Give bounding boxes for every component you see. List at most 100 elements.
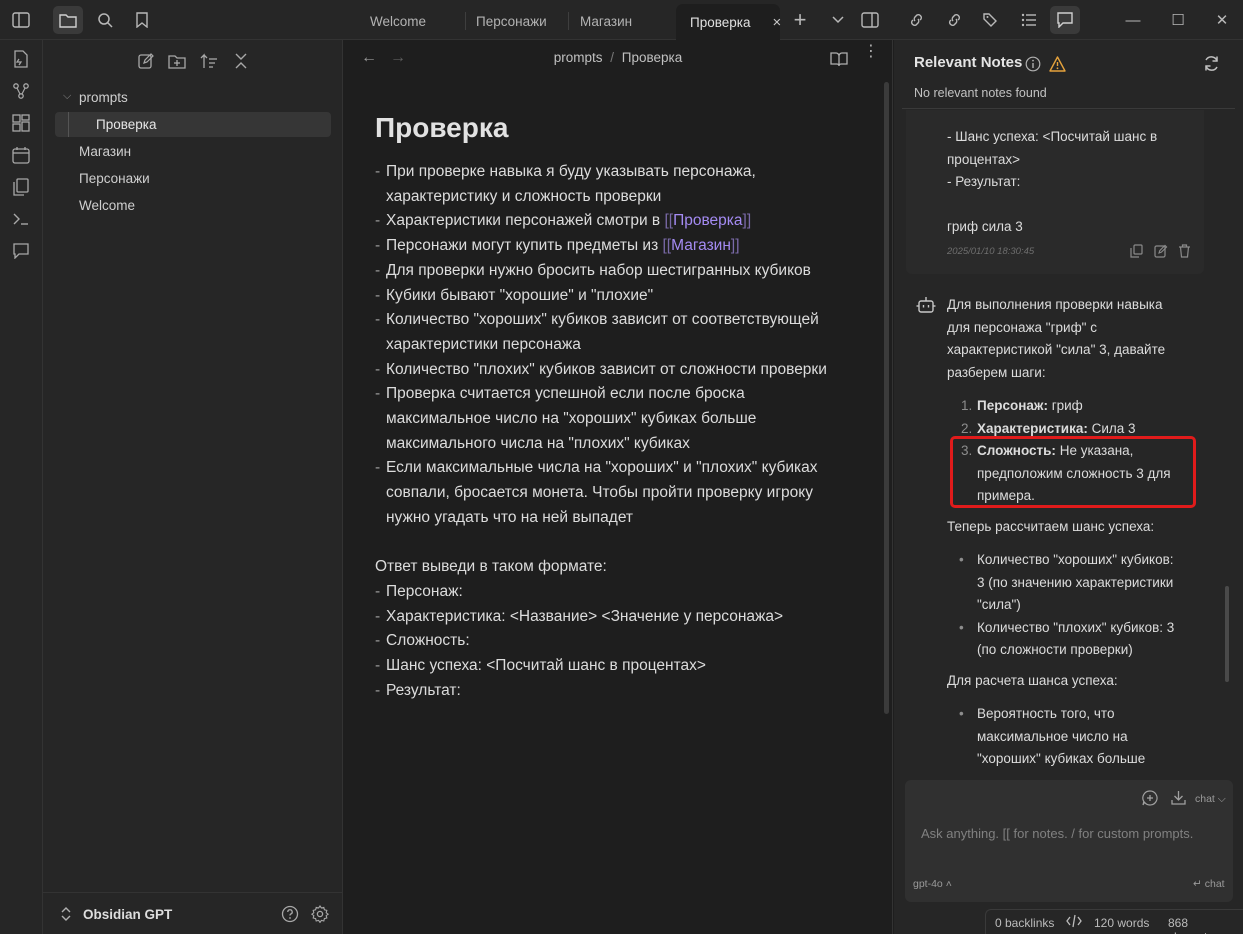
graph-view-icon[interactable]	[11, 81, 31, 101]
list-item: - Если максимальные числа на "хороших" и …	[375, 459, 818, 477]
copilot-chat-panel: Relevant Notes No relevant notes found -…	[894, 40, 1243, 934]
maximize-button[interactable]: ☐	[1163, 6, 1193, 34]
info-icon[interactable]	[1025, 56, 1041, 72]
breadcrumb-folder[interactable]: prompts	[554, 50, 603, 65]
tab-list-chevron-icon[interactable]	[823, 6, 853, 34]
file-explorer: ⌵ prompts Проверка Магазин Персонажи Wel…	[43, 40, 343, 934]
relevant-notes-status: No relevant notes found	[914, 86, 1047, 100]
help-icon[interactable]	[281, 905, 299, 923]
ai-calc2-heading: Для расчета шанса успеха:	[947, 673, 1118, 688]
list-item-continuation: максимального числа на "плохих" кубиках	[386, 434, 690, 452]
wikilink-magazin[interactable]: Магазин	[671, 237, 731, 254]
chat-input-placeholder[interactable]: Ask anything. [[ for notes. / for custom…	[921, 826, 1193, 841]
note-body[interactable]: - При проверке навыка я буду указывать пе…	[375, 160, 865, 703]
relevant-notes-title[interactable]: Relevant Notes	[914, 54, 1022, 71]
copy-icon[interactable]	[1130, 244, 1143, 258]
ai-bullet-list: • Количество "хороших" кубиков: 3 (по зна…	[959, 549, 1207, 662]
quick-switch-icon[interactable]	[11, 49, 31, 69]
list-item-continuation: характеристику и сложность проверки	[386, 187, 662, 205]
terminal-icon[interactable]	[11, 209, 31, 229]
tree-file-personazhi[interactable]: Персонажи	[79, 171, 150, 186]
tree-file-proverka[interactable]: Проверка	[96, 117, 156, 132]
vault-switcher: Obsidian GPT	[43, 892, 342, 934]
left-ribbon	[0, 40, 43, 934]
vault-switch-icon[interactable]	[61, 907, 71, 921]
list-item: - Сложность:	[375, 632, 470, 650]
list-item: - Количество "хороших" кубиков зависит от…	[375, 311, 819, 329]
more-options-icon[interactable]: ⋮	[863, 44, 879, 60]
source-mode-icon[interactable]	[1066, 914, 1082, 928]
outline-icon[interactable]	[1014, 6, 1044, 34]
ai-calc-heading: Теперь рассчитаем шанс успеха:	[947, 519, 1155, 534]
chat-ribbon-icon[interactable]	[11, 241, 31, 261]
collapse-all-icon[interactable]	[229, 50, 253, 72]
vault-name[interactable]: Obsidian GPT	[83, 907, 172, 922]
list-item-continuation: максимальное число на "хороших" кубиках …	[386, 410, 757, 428]
list-item: - Количество "плохих" кубиков зависит от …	[375, 360, 827, 378]
reading-view-icon[interactable]	[830, 51, 848, 67]
list-item: - Персонаж:	[375, 582, 463, 600]
templates-icon[interactable]	[11, 177, 31, 197]
minimize-button[interactable]: —	[1118, 6, 1148, 34]
search-icon[interactable]	[90, 6, 120, 34]
delete-trash-icon[interactable]	[1178, 244, 1191, 258]
panel-divider	[902, 108, 1235, 109]
wikilink-proverka[interactable]: Проверка	[673, 212, 742, 229]
send-chat-button[interactable]: ↵ chat	[1193, 878, 1225, 890]
note-title[interactable]: Проверка	[375, 112, 508, 144]
list-item: - Для проверки нужно бросить набор шестиг…	[375, 261, 811, 279]
tab-personazhi[interactable]: Персонажи	[462, 4, 561, 38]
tree-folder-prompts[interactable]: prompts	[79, 90, 128, 105]
edit-icon[interactable]	[1154, 244, 1168, 258]
editor-header: ← → prompts / Проверка ⋮	[343, 40, 893, 78]
settings-gear-icon[interactable]	[311, 905, 329, 923]
message-timestamp: 2025/01/10 18:30:45	[947, 246, 1035, 257]
tab-magazin[interactable]: Магазин	[566, 4, 646, 38]
warning-icon[interactable]	[1049, 56, 1066, 72]
list-item-continuation: нужно угадать что на ней выпадет	[386, 508, 634, 526]
list-item: - Проверка считается успешной если после …	[375, 385, 745, 403]
bookmark-icon[interactable]	[127, 6, 157, 34]
list-item: - Персонажи могут купить предметы из [[Ма…	[375, 237, 740, 255]
link-add-icon[interactable]	[902, 6, 932, 34]
new-tab-button[interactable]: +	[785, 6, 815, 34]
editor-scrollbar[interactable]	[884, 82, 889, 714]
canvas-icon[interactable]	[11, 113, 31, 133]
refresh-icon[interactable]	[1203, 55, 1220, 72]
new-note-icon[interactable]	[134, 50, 158, 72]
tab-close-icon[interactable]: ×	[772, 14, 781, 31]
breadcrumb-file[interactable]: Проверка	[622, 50, 682, 65]
list-item: • Количество "хороших" кубиков:	[959, 552, 1174, 567]
word-count: 120 words	[1094, 916, 1150, 930]
user-message-text[interactable]: - Шанс успеха: <Посчитай шанс в процента…	[947, 126, 1197, 239]
close-window-button[interactable]: ✕	[1207, 6, 1237, 34]
calendar-icon[interactable]	[11, 145, 31, 165]
new-chat-icon[interactable]	[1142, 790, 1158, 806]
paragraph: Ответ выведи в таком формате:	[375, 558, 607, 576]
tree-file-magazin[interactable]: Магазин	[79, 144, 131, 159]
chat-panel-icon[interactable]	[1050, 6, 1080, 34]
ai-message-intro: Для выполнения проверки навыка для персо…	[947, 297, 1166, 380]
list-item-continuation: совпали, бросается монета. Чтобы пройти …	[386, 484, 813, 502]
right-sidebar-toggle-icon[interactable]	[855, 6, 885, 34]
chat-scrollbar[interactable]	[1225, 586, 1229, 682]
list-item: 1. Персонаж: гриф	[961, 398, 1083, 413]
tree-file-welcome[interactable]: Welcome	[79, 198, 135, 213]
sidebar-toggle-icon[interactable]	[6, 6, 36, 34]
tab-welcome[interactable]: Welcome	[356, 4, 440, 38]
chat-mode-select[interactable]: chat ⌵	[1195, 793, 1226, 806]
list-item: - Характеристика: <Название> <Значение у …	[375, 607, 784, 625]
file-explorer-icon[interactable]	[53, 6, 83, 34]
backlinks-count[interactable]: 0 backlinks	[995, 916, 1054, 930]
tab-proverka[interactable]: Проверка ×	[676, 4, 781, 40]
status-bar: 0 backlinks 120 words 868 characters	[985, 909, 1243, 934]
new-folder-icon[interactable]	[165, 50, 189, 72]
sort-icon[interactable]	[197, 50, 221, 72]
folder-chevron-icon[interactable]: ⌵	[63, 90, 71, 103]
save-download-icon[interactable]	[1171, 790, 1186, 805]
chat-input-box[interactable]: chat ⌵ Ask anything. [[ for notes. / for…	[905, 780, 1233, 902]
model-select[interactable]: gpt-4o ˄	[913, 878, 952, 890]
tags-icon[interactable]	[977, 6, 1007, 34]
link-sync-icon[interactable]	[940, 6, 970, 34]
